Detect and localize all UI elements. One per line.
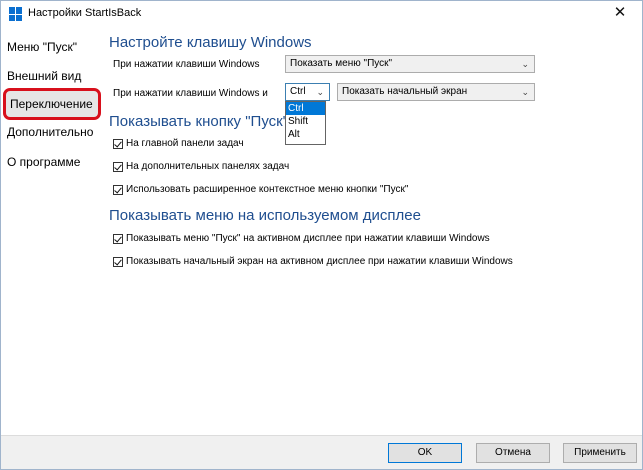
apply-button[interactable]: Применить xyxy=(563,443,637,463)
dropdown-option-shift[interactable]: Shift xyxy=(286,115,325,128)
checkbox-label: Показывать меню "Пуск" на активном диспл… xyxy=(126,233,490,244)
checkmark-icon[interactable] xyxy=(113,256,123,267)
windows-key-label: При нажатии клавиши Windows xyxy=(113,59,260,70)
close-icon[interactable]: ✕ xyxy=(606,3,634,23)
checkbox-row-start-screen-active-display[interactable]: Показывать начальный экран на активном д… xyxy=(113,256,513,270)
sidebar-item-start-menu[interactable]: Меню "Пуск" xyxy=(7,40,77,54)
sidebar-item-switching[interactable]: Переключение xyxy=(3,88,101,120)
checkbox-label: Использовать расширенное контекстное мен… xyxy=(126,184,409,195)
title-bar: Настройки StartIsBack ✕ xyxy=(1,1,642,27)
checkmark-icon[interactable] xyxy=(113,138,123,149)
checkbox-label: На главной панели задач xyxy=(126,138,244,149)
sidebar-item-advanced[interactable]: Дополнительно xyxy=(7,125,93,139)
checkbox-row-extended-context-menu[interactable]: Использовать расширенное контекстное мен… xyxy=(113,184,408,198)
chevron-down-icon: ⌄ xyxy=(316,87,324,97)
display-section-heading: Показывать меню на используемом дисплее xyxy=(109,207,421,224)
keys-section-heading: Настройте клавишу Windows xyxy=(109,34,312,51)
windows-combo-label: При нажатии клавиши Windows и xyxy=(113,88,268,99)
dropdown-option-ctrl[interactable]: Ctrl xyxy=(286,102,325,115)
dialog-footer: OK Отмена Применить xyxy=(1,435,642,469)
modifier-key-value: Ctrl xyxy=(290,86,306,97)
button-section-heading: Показывать кнопку "Пуск" xyxy=(109,113,289,130)
checkmark-icon[interactable] xyxy=(113,184,123,195)
checkbox-row-main-taskbar[interactable]: На главной панели задач xyxy=(113,138,244,152)
content-panel: Настройте клавишу Windows При нажатии кл… xyxy=(107,27,637,435)
windows-combo-action-value: Показать начальный экран xyxy=(342,86,468,97)
checkbox-row-secondary-taskbars[interactable]: На дополнительных панелях задач xyxy=(113,161,289,175)
sidebar: Меню "Пуск" Внешний вид Переключение Доп… xyxy=(1,27,105,435)
settings-window: Настройки StartIsBack ✕ Меню "Пуск" Внеш… xyxy=(0,0,643,470)
sidebar-item-appearance[interactable]: Внешний вид xyxy=(7,69,81,83)
chevron-down-icon: ⌄ xyxy=(521,87,529,97)
sidebar-item-about[interactable]: О программе xyxy=(7,155,80,169)
checkbox-row-menu-active-display[interactable]: Показывать меню "Пуск" на активном диспл… xyxy=(113,233,490,247)
windows-key-action-value: Показать меню "Пуск" xyxy=(290,58,393,69)
ok-button[interactable]: OK xyxy=(388,443,462,463)
checkbox-label: На дополнительных панелях задач xyxy=(126,161,290,172)
dropdown-option-alt[interactable]: Alt xyxy=(286,128,325,141)
checkmark-icon[interactable] xyxy=(113,233,123,244)
modifier-key-select[interactable]: Ctrl ⌄ xyxy=(285,83,330,101)
chevron-down-icon: ⌄ xyxy=(521,59,529,69)
cancel-button[interactable]: Отмена xyxy=(476,443,550,463)
app-grid-icon xyxy=(9,7,23,21)
checkmark-icon[interactable] xyxy=(113,161,123,172)
window-title: Настройки StartIsBack xyxy=(28,7,142,19)
checkbox-label: Показывать начальный экран на активном д… xyxy=(126,256,513,267)
windows-combo-action-select[interactable]: Показать начальный экран ⌄ xyxy=(337,83,535,101)
modifier-key-dropdown-list: Ctrl Shift Alt xyxy=(285,101,326,145)
windows-key-action-select[interactable]: Показать меню "Пуск" ⌄ xyxy=(285,55,535,73)
